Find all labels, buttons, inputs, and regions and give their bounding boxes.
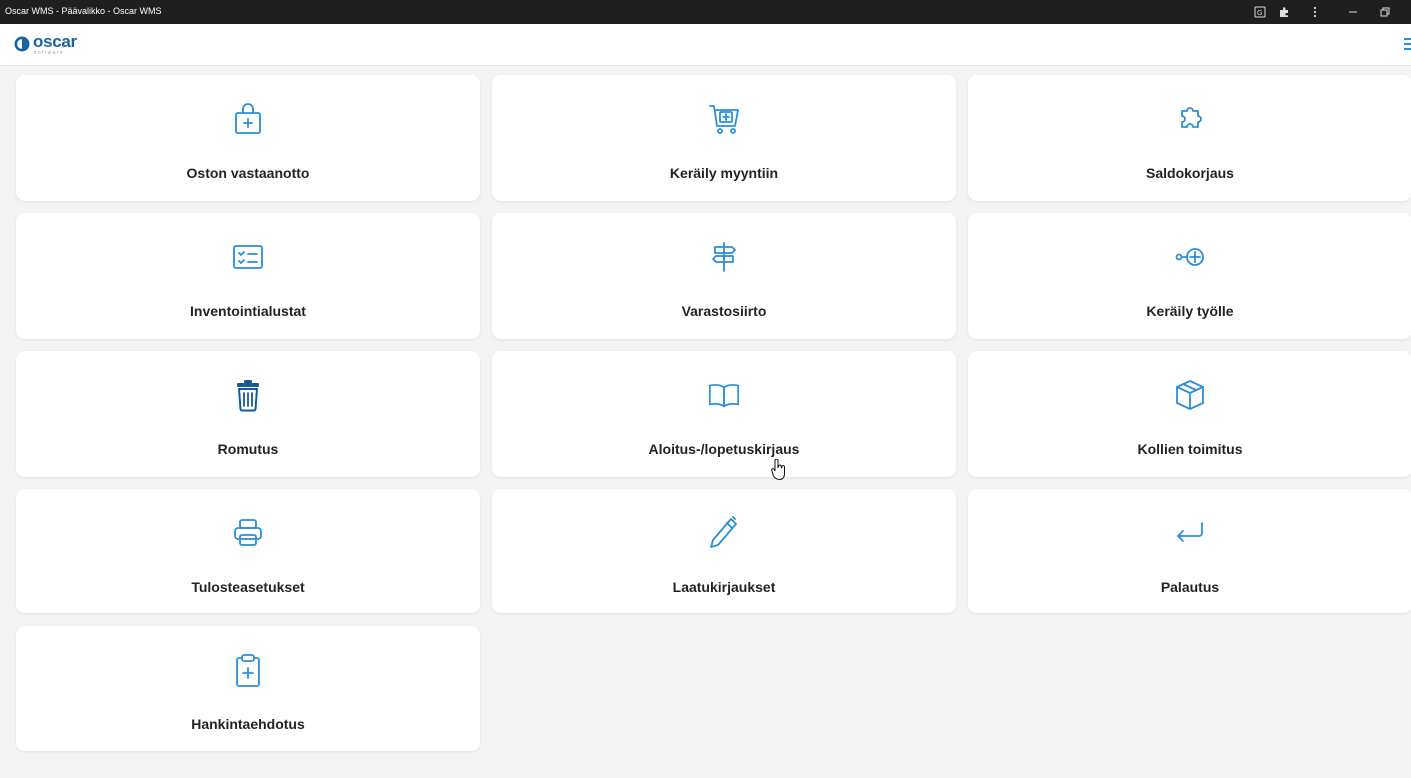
- tile-label: Palautus: [1160, 579, 1220, 595]
- tile-laatukirjaukset[interactable]: Laatukirjaukset: [492, 489, 956, 613]
- tile-tulosteasetukset[interactable]: Tulosteasetukset: [16, 489, 480, 613]
- tile-romutus[interactable]: Romutus: [16, 351, 480, 477]
- tile-label: Oston vastaanotto: [186, 165, 310, 181]
- app-header: oscar software: [0, 24, 1411, 66]
- tile-label: Tulosteasetukset: [191, 579, 305, 595]
- shopping-bag-plus-icon: [230, 101, 266, 137]
- window-title: Oscar WMS - Päävalikko - Oscar WMS: [5, 6, 162, 16]
- tile-hankintaehdotus[interactable]: Hankintaehdotus: [16, 626, 480, 751]
- tile-label: Hankintaehdotus: [191, 716, 305, 732]
- logo-ring-icon: [14, 36, 30, 52]
- minimize-icon[interactable]: [1344, 3, 1362, 21]
- logo-subtext: software: [34, 50, 65, 56]
- tile-label: Kollien toimitus: [1137, 441, 1243, 457]
- add-node-icon: [1172, 239, 1208, 275]
- checklist-icon: [230, 239, 266, 275]
- trash-icon: [230, 377, 266, 413]
- tile-kollien-toimitus[interactable]: Kollien toimitus: [968, 351, 1411, 477]
- hamburger-menu-icon[interactable]: [1402, 38, 1411, 52]
- cart-plus-icon: [706, 101, 742, 137]
- translate-icon[interactable]: G: [1251, 3, 1269, 21]
- window-titlebar: Oscar WMS - Päävalikko - Oscar WMS G: [0, 0, 1411, 24]
- more-vert-icon[interactable]: [1306, 3, 1324, 21]
- tile-label: Varastosiirto: [681, 303, 767, 319]
- tile-label: Inventointialustat: [190, 303, 306, 319]
- printer-icon: [230, 515, 266, 551]
- open-book-icon: [706, 377, 742, 413]
- tile-aloitus-lopetuskirjaus[interactable]: Aloitus-/lopetuskirjaus: [492, 351, 956, 477]
- tile-label: Aloitus-/lopetuskirjaus: [648, 441, 800, 457]
- extensions-icon[interactable]: [1275, 3, 1293, 21]
- tile-label: Romutus: [217, 441, 279, 457]
- tile-inventointialustat[interactable]: Inventointialustat: [16, 213, 480, 339]
- return-arrow-icon: [1172, 515, 1208, 551]
- signpost-icon: [706, 239, 742, 275]
- tile-label: Keräily myyntiin: [669, 165, 779, 181]
- svg-text:G: G: [1257, 10, 1262, 17]
- oscar-logo[interactable]: oscar software: [14, 33, 114, 57]
- clipboard-plus-icon: [230, 652, 266, 688]
- tile-label: Keräily työlle: [1146, 303, 1234, 319]
- tile-saldokorjaus[interactable]: Saldokorjaus: [968, 75, 1411, 201]
- logo-text: oscar: [33, 32, 77, 51]
- box-icon: [1172, 377, 1208, 413]
- tile-oston-vastaanotto[interactable]: Oston vastaanotto: [16, 75, 480, 201]
- tile-varastosiirto[interactable]: Varastosiirto: [492, 213, 956, 339]
- tile-palautus[interactable]: Palautus: [968, 489, 1411, 613]
- restore-icon[interactable]: [1376, 3, 1394, 21]
- hand-pointer-cursor-icon: [771, 459, 785, 481]
- pencil-icon: [706, 515, 742, 551]
- tile-keraily-tyolle[interactable]: Keräily työlle: [968, 213, 1411, 339]
- tile-label: Saldokorjaus: [1146, 165, 1234, 181]
- tile-label: Laatukirjaukset: [672, 579, 776, 595]
- puzzle-icon: [1172, 101, 1208, 137]
- tile-keraily-myyntiin[interactable]: Keräily myyntiin: [492, 75, 956, 201]
